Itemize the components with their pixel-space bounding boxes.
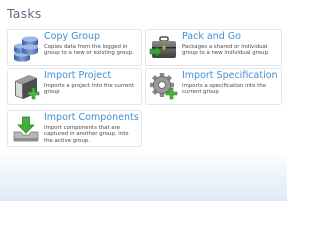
task-name[interactable]: Import Project — [44, 70, 111, 81]
task-name[interactable]: Import Components — [44, 112, 139, 123]
task-description: Copies data from the logged in group to … — [44, 44, 134, 57]
gear-import-icon — [150, 73, 178, 100]
task-import-specification[interactable]: Import Specification Imports a specifica… — [145, 68, 282, 105]
task-import-components[interactable]: Import Components Import components that… — [7, 110, 142, 147]
task-name[interactable]: Copy Group — [44, 31, 100, 42]
task-import-project[interactable]: Import Project Imports a project into th… — [7, 68, 142, 105]
task-name[interactable]: Import Specification — [182, 70, 278, 81]
task-pack-and-go[interactable]: Pack and Go Packages a shared or individ… — [145, 29, 282, 66]
task-description: Imports a project into the current group — [44, 83, 134, 96]
task-description: Import components that are captured in a… — [44, 125, 129, 144]
task-description: Imports a specification into the current… — [182, 83, 267, 96]
task-name[interactable]: Pack and Go — [182, 31, 241, 42]
briefcase-icon — [149, 36, 176, 58]
tasks-panel: Tasks Copy Group Copies data from the lo… — [0, 0, 287, 201]
task-description: Packages a shared or individual group to… — [182, 44, 270, 57]
task-copy-group[interactable]: Copy Group Copies data from the logged i… — [7, 29, 142, 66]
project-book-import-icon — [15, 75, 40, 100]
panel-title: Tasks — [7, 6, 42, 21]
tray-download-icon — [13, 116, 39, 142]
database-stack-icon — [14, 36, 38, 62]
